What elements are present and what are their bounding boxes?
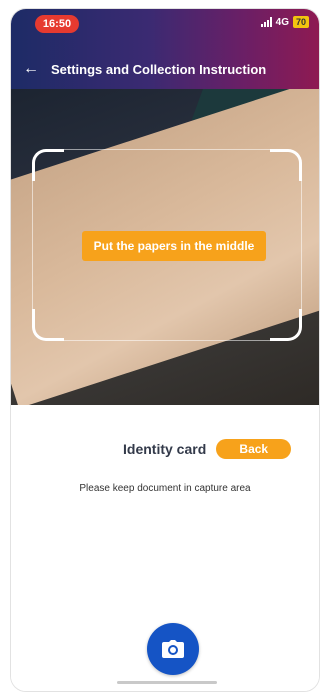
capture-instruction: Please keep document in capture area [79, 483, 251, 494]
document-row: Identity card Back [123, 439, 292, 459]
shutter-button[interactable] [147, 623, 199, 675]
top-bar: 16:50 4G 70 ← Settings and Collection In… [11, 9, 319, 89]
camera-preview: Put the papers in the middle [11, 89, 319, 405]
app-header: ← Settings and Collection Instruction [11, 53, 319, 85]
status-time: 16:50 [35, 15, 79, 33]
capture-frame: Put the papers in the middle [32, 149, 302, 341]
frame-edge-top [64, 149, 270, 150]
capture-panel: Identity card Back Please keep document … [11, 405, 319, 691]
frame-corner-top-left [32, 149, 64, 181]
frame-edge-bottom [64, 340, 270, 341]
phone-screen: 16:50 4G 70 ← Settings and Collection In… [10, 8, 320, 692]
signal-icon [260, 17, 272, 27]
frame-corner-bottom-right [270, 309, 302, 341]
frame-edge-left [32, 181, 33, 309]
placement-hint: Put the papers in the middle [82, 231, 266, 261]
frame-corner-top-right [270, 149, 302, 181]
document-label: Identity card [123, 441, 207, 457]
page-title: Settings and Collection Instruction [51, 61, 267, 77]
status-icons: 4G 70 [260, 16, 309, 28]
side-toggle-button[interactable]: Back [216, 439, 292, 459]
home-indicator[interactable] [117, 681, 217, 684]
frame-corner-bottom-left [32, 309, 64, 341]
battery-icon: 70 [292, 16, 309, 28]
network-type: 4G [275, 16, 289, 28]
frame-edge-right [301, 181, 302, 309]
back-arrow-icon[interactable]: ← [11, 60, 51, 78]
camera-icon [162, 640, 184, 658]
